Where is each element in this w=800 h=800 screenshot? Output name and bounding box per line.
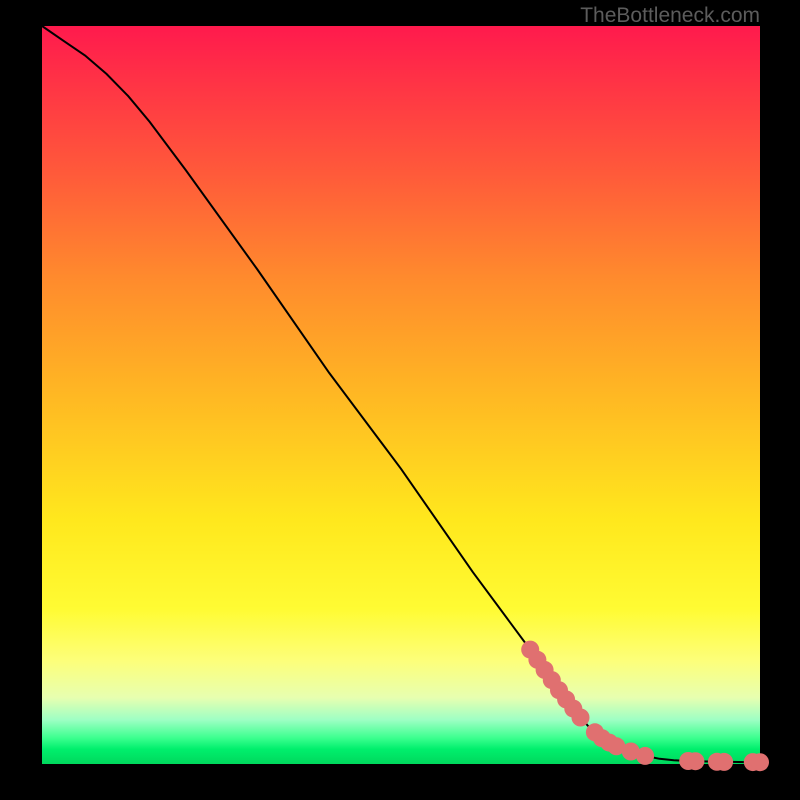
curve-markers [521, 641, 769, 772]
curve-marker [572, 709, 590, 727]
curve-marker [751, 753, 769, 771]
curve-marker [686, 752, 704, 770]
curve-line [42, 26, 760, 762]
curve-marker [715, 753, 733, 771]
curve-marker [636, 747, 654, 765]
chart-frame: TheBottleneck.com [0, 0, 800, 800]
attribution-text: TheBottleneck.com [580, 4, 760, 28]
chart-svg [42, 26, 760, 764]
